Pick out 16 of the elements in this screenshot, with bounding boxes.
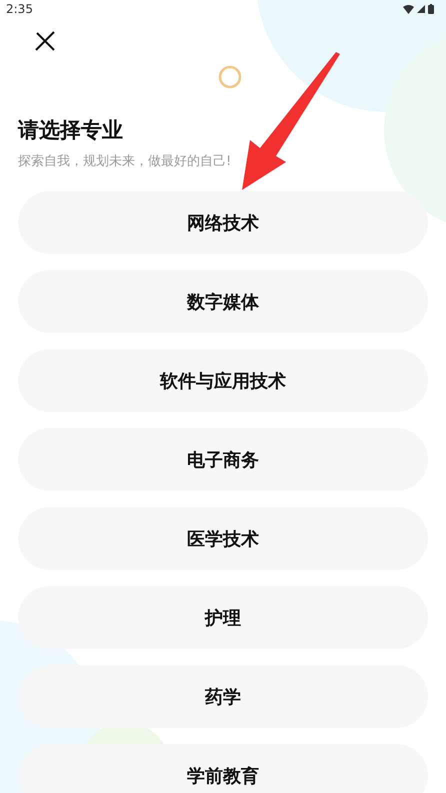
major-option[interactable]: 数字媒体 [18,270,428,334]
page-title: 请选择专业 [18,118,124,144]
wifi-icon [403,4,414,14]
major-option[interactable]: 医学技术 [18,507,428,570]
major-option[interactable]: 学前教育 [18,744,428,793]
major-option[interactable]: 药学 [18,665,428,728]
battery-icon [428,4,434,14]
major-option[interactable]: 软件与应用技术 [18,349,428,412]
major-option[interactable]: 护理 [18,586,428,650]
major-option[interactable]: 网络技术 [18,191,428,254]
loading-ring-icon [218,65,242,89]
page-subtitle: 探索自我，规划未来，做最好的自己! [18,153,232,170]
major-option[interactable]: 电子商务 [18,428,428,492]
signal-icon [417,5,425,13]
status-time: 2:35 [6,2,33,16]
close-icon [34,30,56,52]
